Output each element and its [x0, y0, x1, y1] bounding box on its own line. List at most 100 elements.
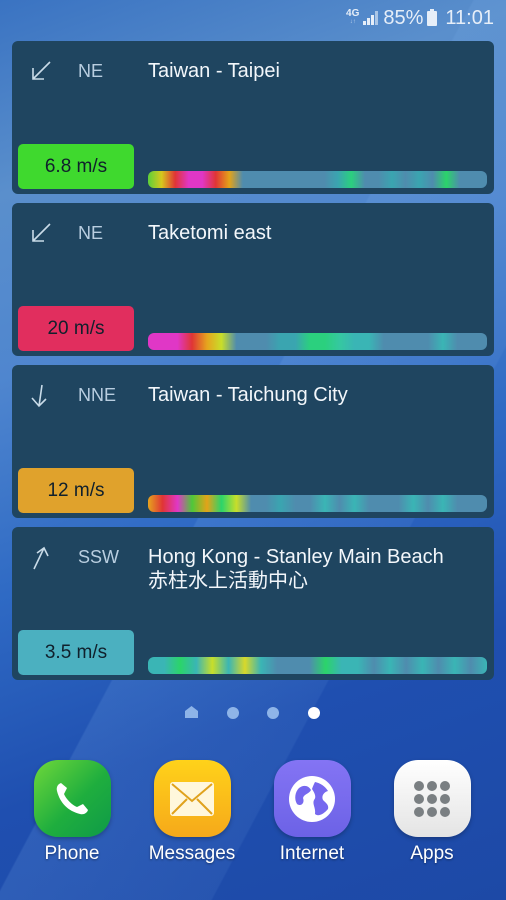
forecast-segment — [190, 333, 204, 350]
forecast-segment — [374, 333, 388, 350]
forecast-segment — [431, 333, 445, 350]
page-dot[interactable] — [227, 707, 239, 719]
arrow-down-icon — [31, 384, 47, 408]
forecast-segment — [332, 333, 346, 350]
forecast-segment — [179, 657, 194, 674]
network-type-label: 4G — [346, 8, 360, 19]
forecast-segment — [348, 657, 363, 674]
forecast-segment — [395, 657, 410, 674]
forecast-segment — [289, 333, 303, 350]
forecast-segment — [425, 657, 440, 674]
forecast-segment — [252, 171, 265, 188]
forecast-segment — [205, 495, 219, 512]
wind-widget[interactable]: NE Taiwan - Taipei 6.8 m/s — [12, 41, 494, 194]
forecast-segment — [343, 171, 356, 188]
page-indicator[interactable] — [0, 705, 506, 721]
page-dot-active[interactable] — [308, 707, 320, 719]
wind-direction: NE — [78, 61, 104, 81]
wind-widget[interactable]: NNE Taiwan - Taichung City 12 m/s — [12, 365, 494, 518]
forecast-segment — [459, 495, 473, 512]
forecast-segment — [383, 171, 396, 188]
forecast-segment — [346, 333, 360, 350]
forecast-segment — [256, 657, 271, 674]
forecast-segment — [304, 171, 317, 188]
forecast-segment — [275, 495, 289, 512]
forecast-bar — [148, 495, 487, 512]
app-label: Phone — [44, 843, 100, 864]
forecast-segment — [302, 657, 317, 674]
forecast-segment — [247, 495, 261, 512]
wind-widget[interactable]: SSW Hong Kong - Stanley Main Beach 赤柱水上活… — [12, 527, 494, 680]
forecast-segment — [176, 333, 190, 350]
forecast-segment — [456, 657, 471, 674]
forecast-segment — [388, 495, 402, 512]
home-page-indicator-icon[interactable] — [185, 706, 198, 718]
wind-speed-badge: 3.5 m/s — [18, 630, 134, 675]
forecast-segment — [233, 333, 247, 350]
forecast-segment — [410, 657, 425, 674]
battery-icon — [427, 8, 438, 26]
phone-icon — [33, 760, 111, 837]
forecast-segment — [360, 333, 374, 350]
forecast-segment — [474, 171, 487, 188]
forecast-segment — [473, 495, 487, 512]
app-label: Apps — [410, 843, 454, 864]
signal-bars-icon — [363, 11, 379, 25]
page-dot[interactable] — [267, 707, 279, 719]
forecast-segment — [233, 495, 247, 512]
forecast-segment — [291, 171, 304, 188]
app-phone[interactable]: Phone — [22, 760, 122, 865]
forecast-segment — [271, 657, 286, 674]
forecast-segment — [226, 171, 239, 188]
wind-speed-badge: 20 m/s — [18, 306, 134, 351]
wind-direction: NE — [78, 223, 104, 243]
battery-percent: 85% — [383, 6, 424, 29]
forecast-segment — [148, 333, 162, 350]
forecast-segment — [239, 171, 252, 188]
forecast-segment — [148, 657, 163, 674]
forecast-segment — [162, 495, 176, 512]
forecast-segment — [473, 333, 487, 350]
forecast-segment — [265, 171, 278, 188]
clock: 11:01 — [445, 6, 494, 29]
forecast-segment — [431, 495, 445, 512]
app-messages[interactable]: Messages — [142, 760, 242, 865]
forecast-segment — [435, 171, 448, 188]
app-apps[interactable]: Apps — [382, 760, 482, 865]
forecast-segment — [303, 333, 317, 350]
forecast-segment — [379, 657, 394, 674]
forecast-segment — [317, 171, 330, 188]
location-label: Taiwan - Taichung City — [148, 384, 348, 406]
wind-widget[interactable]: NE Taketomi east 20 m/s — [12, 203, 494, 356]
forecast-segment — [370, 171, 383, 188]
arrow-down-left-icon — [32, 223, 51, 242]
forecast-segment — [346, 495, 360, 512]
forecast-segment — [461, 171, 474, 188]
forecast-segment — [448, 171, 461, 188]
wind-direction: NNE — [78, 385, 117, 405]
arrow-up-right-icon — [33, 546, 49, 570]
forecast-segment — [289, 495, 303, 512]
app-label: Messages — [148, 843, 236, 864]
forecast-segment — [278, 171, 291, 188]
apps-grid-icon — [393, 760, 471, 837]
forecast-segment — [360, 495, 374, 512]
forecast-segment — [275, 333, 289, 350]
forecast-segment — [396, 171, 409, 188]
forecast-segment — [219, 333, 233, 350]
app-internet[interactable]: Internet — [262, 760, 362, 865]
forecast-segment — [287, 657, 302, 674]
location-name: Taiwan - Taipei — [148, 59, 280, 83]
forecast-segment — [174, 171, 187, 188]
forecast-segment — [240, 657, 255, 674]
forecast-segment — [357, 171, 370, 188]
forecast-segment — [445, 333, 459, 350]
forecast-segment — [422, 171, 435, 188]
app-dock: Phone Messages Internet Apps — [0, 760, 506, 870]
forecast-segment — [333, 657, 348, 674]
wind-direction: SSW — [78, 547, 120, 567]
arrow-down-left-icon — [32, 61, 51, 80]
forecast-segment — [190, 495, 204, 512]
forecast-segment — [388, 333, 402, 350]
forecast-segment — [163, 657, 178, 674]
